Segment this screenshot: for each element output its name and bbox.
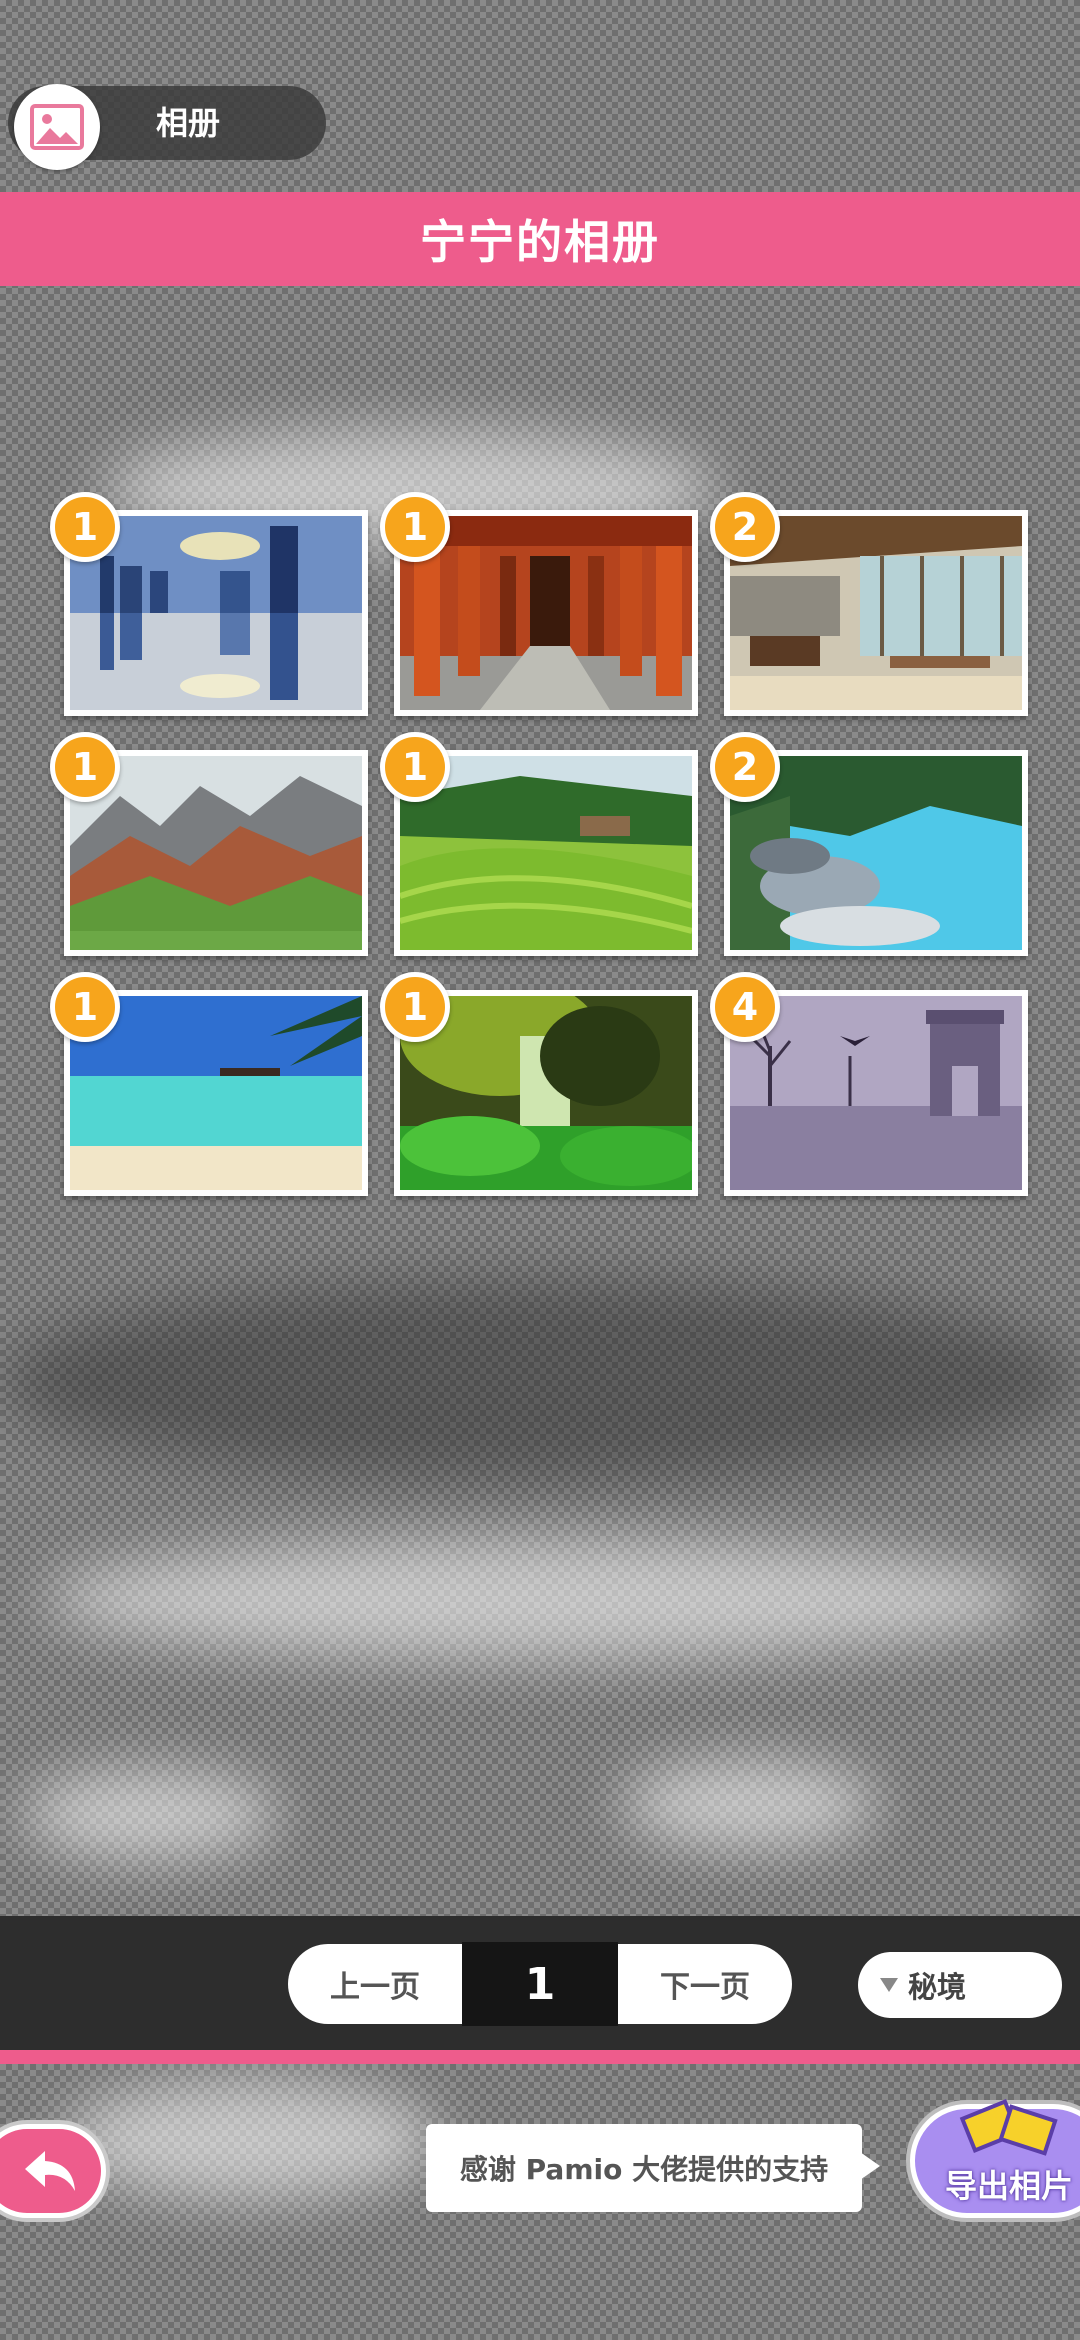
page-title: 宁宁的相册 <box>420 215 660 269</box>
background-blur <box>40 1540 1040 1660</box>
photo-card-arc-de-triomphe[interactable]: 4 <box>710 972 1028 1196</box>
photo-card-city-reflection[interactable]: 1 <box>50 492 368 716</box>
photo-card-cafe-interior[interactable]: 2 <box>710 492 1028 716</box>
photo-card-mountains[interactable]: 1 <box>50 732 368 956</box>
album-icon <box>14 84 100 170</box>
next-page-button[interactable]: 下一页 <box>618 1944 792 2024</box>
photo-count-badge: 1 <box>380 492 450 562</box>
photo-count-badge: 1 <box>380 972 450 1042</box>
current-page-number: 1 <box>462 1942 618 2026</box>
category-filter-dropdown[interactable]: 秘境 <box>858 1952 1062 2018</box>
photo-card-forest-waterfall[interactable]: 1 <box>380 972 698 1196</box>
album-menu[interactable]: 相册 <box>8 84 326 170</box>
accent-stripe <box>0 2050 1080 2064</box>
photo-count-badge: 1 <box>50 492 120 562</box>
category-filter-value: 秘境 <box>908 1970 967 2004</box>
photo-count-badge: 1 <box>50 972 120 1042</box>
photo-card-tropical-beach[interactable]: 1 <box>50 972 368 1196</box>
photo-count-badge: 4 <box>710 972 780 1042</box>
credits-text: 感谢 Pamio 大佬提供的支持 <box>426 2124 880 2212</box>
dropdown-triangle-icon <box>880 1978 898 1992</box>
back-arrow-icon <box>25 2151 75 2191</box>
background-blur <box>60 2080 440 2200</box>
background-blur <box>620 1760 880 1850</box>
album-title-banner: 宁宁的相册 <box>0 192 1080 286</box>
background-blur <box>0 1280 1080 1480</box>
photo-count-badge: 2 <box>710 492 780 562</box>
export-button-label: 导出相片 <box>945 2167 1074 2205</box>
photo-card-rice-terraces[interactable]: 1 <box>380 732 698 956</box>
photo-card-blue-lake[interactable]: 2 <box>710 732 1028 956</box>
photo-card-torii-corridor[interactable]: 1 <box>380 492 698 716</box>
photo-count-badge: 1 <box>50 732 120 802</box>
pager: 上一页 1 下一页 <box>288 1942 792 2026</box>
photos-stack-icon <box>959 2099 1058 2156</box>
photo-count-badge: 1 <box>380 732 450 802</box>
export-photos-button[interactable]: 导出相片 <box>910 2099 1080 2218</box>
prev-page-button[interactable]: 上一页 <box>288 1944 462 2024</box>
album-label: 相册 <box>156 104 221 142</box>
background-blur <box>20 1770 280 1860</box>
back-button[interactable] <box>0 2124 106 2218</box>
photo-count-badge: 2 <box>710 732 780 802</box>
